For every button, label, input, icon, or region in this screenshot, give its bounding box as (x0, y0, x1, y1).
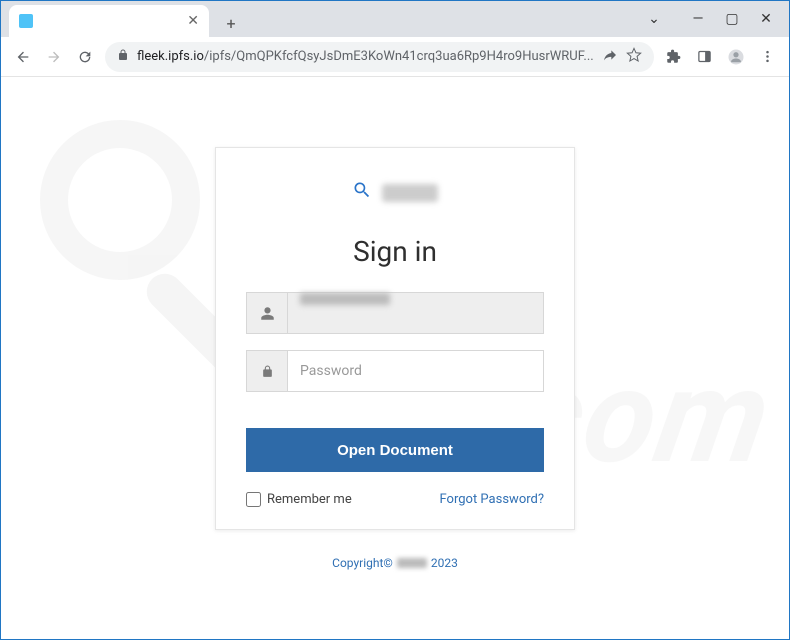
password-placeholder: Password (300, 363, 362, 379)
url-path: /ipfs/QmQPKfcfQsyJsDmE3KoWn41crq3ua6Rp9H… (204, 49, 594, 64)
email-field[interactable] (288, 292, 544, 334)
bookmark-icon[interactable] (626, 47, 642, 67)
tab-bar: ✕ + ⌄ — ▢ ✕ (1, 1, 789, 37)
share-icon[interactable] (602, 47, 618, 67)
puzzle-icon (666, 49, 681, 64)
lock-icon (246, 350, 288, 392)
side-panel-button[interactable] (693, 43, 716, 71)
lock-icon (117, 49, 129, 65)
password-input-group: Password (246, 350, 544, 392)
reload-button[interactable] (74, 43, 97, 71)
window-controls: ⌄ — ▢ ✕ (647, 1, 789, 37)
signin-heading: Sign in (246, 235, 544, 268)
remember-me[interactable]: Remember me (246, 492, 352, 507)
browser-tab[interactable]: ✕ (9, 5, 209, 37)
copyright-footer: Copyright© 2023 (332, 556, 458, 570)
login-card: Sign in Password Open Document (215, 147, 575, 530)
url-text: fleek.ipfs.io/ipfs/QmQPKfcfQsyJsDmE3KoWn… (137, 49, 594, 64)
brand-text (382, 184, 438, 202)
new-tab-button[interactable]: + (217, 9, 245, 37)
form-footer-row: Remember me Forgot Password? (246, 492, 544, 507)
email-value (300, 293, 390, 305)
forgot-password-link[interactable]: Forgot Password? (439, 492, 544, 507)
menu-button[interactable] (756, 43, 779, 71)
kebab-icon (760, 49, 775, 64)
address-bar[interactable]: fleek.ipfs.io/ipfs/QmQPKfcfQsyJsDmE3KoWn… (105, 42, 654, 72)
browser-toolbar: fleek.ipfs.io/ipfs/QmQPKfcfQsyJsDmE3KoWn… (1, 37, 789, 77)
copyright-prefix: Copyright© (332, 556, 393, 570)
panel-icon (697, 49, 712, 64)
tab-favicon-icon (19, 14, 33, 28)
extensions-button[interactable] (662, 43, 685, 71)
avatar-icon (727, 48, 745, 66)
minimize-button[interactable]: — (691, 12, 705, 26)
copyright-year: 2023 (431, 556, 458, 570)
brand-row (246, 180, 544, 205)
forward-button[interactable] (42, 43, 65, 71)
page-content: Sign in Password Open Document (1, 77, 789, 639)
password-field[interactable]: Password (288, 350, 544, 392)
close-icon[interactable]: ✕ (187, 13, 199, 29)
submit-button[interactable]: Open Document (246, 428, 544, 472)
profile-button[interactable] (724, 43, 747, 71)
arrow-right-icon (46, 49, 62, 65)
search-icon (352, 180, 372, 205)
chevron-down-icon[interactable]: ⌄ (647, 12, 661, 26)
person-icon (246, 292, 288, 334)
remember-checkbox[interactable] (246, 492, 261, 507)
browser-window: ✕ + ⌄ — ▢ ✕ fleek.ipfs.io/ipfs/QmQPKfcfQ… (0, 0, 790, 640)
back-button[interactable] (11, 43, 34, 71)
arrow-left-icon (15, 49, 31, 65)
maximize-button[interactable]: ▢ (725, 12, 739, 26)
url-host: fleek.ipfs.io (137, 49, 204, 64)
reload-icon (77, 49, 93, 65)
email-input-group (246, 292, 544, 334)
window-close-button[interactable]: ✕ (759, 12, 773, 26)
copyright-company (397, 558, 427, 568)
remember-label: Remember me (267, 492, 352, 507)
